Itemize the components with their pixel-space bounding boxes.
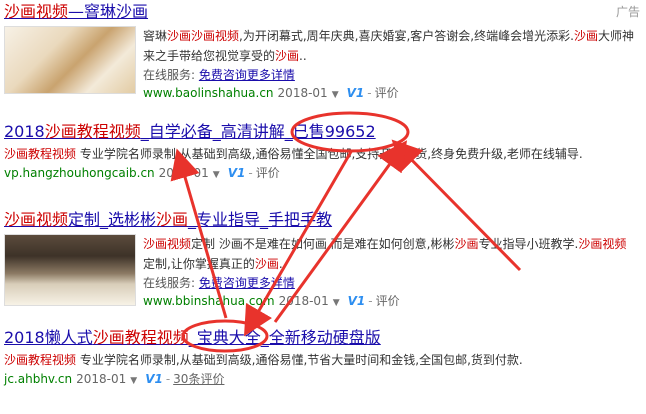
- free-consult-link[interactable]: 免费咨询更多详情: [199, 68, 295, 82]
- result-description: 沙画视频定制 沙画不是难在如何画,而是难在如何创意,彬彬沙画专业指导小班教学.沙…: [143, 237, 627, 271]
- result-description: 沙画教程视频 专业学院名师录制,从基础到高级,通俗易懂全国包邮,支持开箱验货,终…: [4, 147, 583, 161]
- result-date: 2018-01: [277, 86, 328, 100]
- title-keyword: 沙画视频: [4, 2, 69, 21]
- result-meta: www.bbinshahua.com 2018-01 ▼ V1- 评价: [143, 294, 400, 308]
- result-meta: jc.ahbhv.cn 2018-01 ▼ V1-30条评价: [4, 372, 225, 386]
- search-result-1: 沙画视频—窨琳沙画 窨琳沙画沙画视频,为开闭幕式,周年庆典,喜庆婚宴,客户答谢会…: [4, 2, 634, 104]
- result-meta: vp.hangzhouhongcaib.cn 2018-01 ▼ V1- 评价: [4, 166, 280, 180]
- result-date: 2018-01: [278, 294, 329, 308]
- result-url[interactable]: www.baolinshahua.cn: [143, 86, 274, 100]
- rating-link[interactable]: 评价: [375, 86, 399, 100]
- result-title-link[interactable]: 沙画视频—窨琳沙画: [4, 2, 634, 22]
- dropdown-arrow-icon[interactable]: ▼: [130, 376, 137, 386]
- title-text: —: [68, 2, 85, 21]
- result-title-link[interactable]: 沙画视频定制_选彬彬沙画_专业指导_手把手教: [4, 210, 634, 230]
- result-thumbnail[interactable]: [4, 234, 136, 306]
- search-result-4: 2018懒人式沙画教程视频_宝典大全_全新移动硬盘版 沙画教程视频 专业学院名师…: [4, 328, 634, 390]
- free-consult-link[interactable]: 免费咨询更多详情: [199, 276, 295, 290]
- result-thumbnail[interactable]: [4, 26, 136, 94]
- v1-badge-icon[interactable]: V1: [347, 86, 365, 100]
- result-date: 2018-01: [158, 166, 209, 180]
- dropdown-arrow-icon[interactable]: ▼: [213, 170, 220, 180]
- rating-link[interactable]: 评价: [256, 166, 280, 180]
- v1-badge-icon[interactable]: V1: [228, 166, 246, 180]
- result-url[interactable]: jc.ahbhv.cn: [4, 372, 72, 386]
- title-text: 窨琳沙画: [84, 2, 149, 21]
- dropdown-arrow-icon[interactable]: ▼: [332, 90, 339, 100]
- v1-badge-icon[interactable]: V1: [145, 372, 163, 386]
- result-meta: www.baolinshahua.cn 2018-01 ▼ V1- 评价: [143, 86, 399, 100]
- result-description: 沙画教程视频 专业学院名师录制,从基础到高级,通俗易懂,节省大量时间和金钱,全国…: [4, 353, 523, 367]
- result-url[interactable]: vp.hangzhouhongcaib.cn: [4, 166, 155, 180]
- result-url[interactable]: www.bbinshahua.com: [143, 294, 275, 308]
- result-date: 2018-01: [76, 372, 127, 386]
- search-result-2: 2018沙画教程视频_自学必备_高清讲解_已售99652 沙画教程视频 专业学院…: [4, 122, 634, 184]
- dropdown-arrow-icon[interactable]: ▼: [333, 298, 340, 308]
- rating-link[interactable]: 30条评价: [173, 372, 224, 386]
- online-service: 在线服务: 免费咨询更多详情: [143, 276, 295, 290]
- result-title-link[interactable]: 2018懒人式沙画教程视频_宝典大全_全新移动硬盘版: [4, 328, 634, 348]
- online-service: 在线服务: 免费咨询更多详情: [143, 68, 295, 82]
- result-title-link[interactable]: 2018沙画教程视频_自学必备_高清讲解_已售99652: [4, 122, 634, 142]
- rating-link[interactable]: 评价: [376, 294, 400, 308]
- result-description: 窨琳沙画沙画视频,为开闭幕式,周年庆典,喜庆婚宴,客户答谢会,终端峰会增光添彩.…: [143, 29, 634, 63]
- v1-badge-icon[interactable]: V1: [348, 294, 366, 308]
- search-result-3: 沙画视频定制_选彬彬沙画_专业指导_手把手教 沙画视频定制 沙画不是难在如何画,…: [4, 210, 634, 312]
